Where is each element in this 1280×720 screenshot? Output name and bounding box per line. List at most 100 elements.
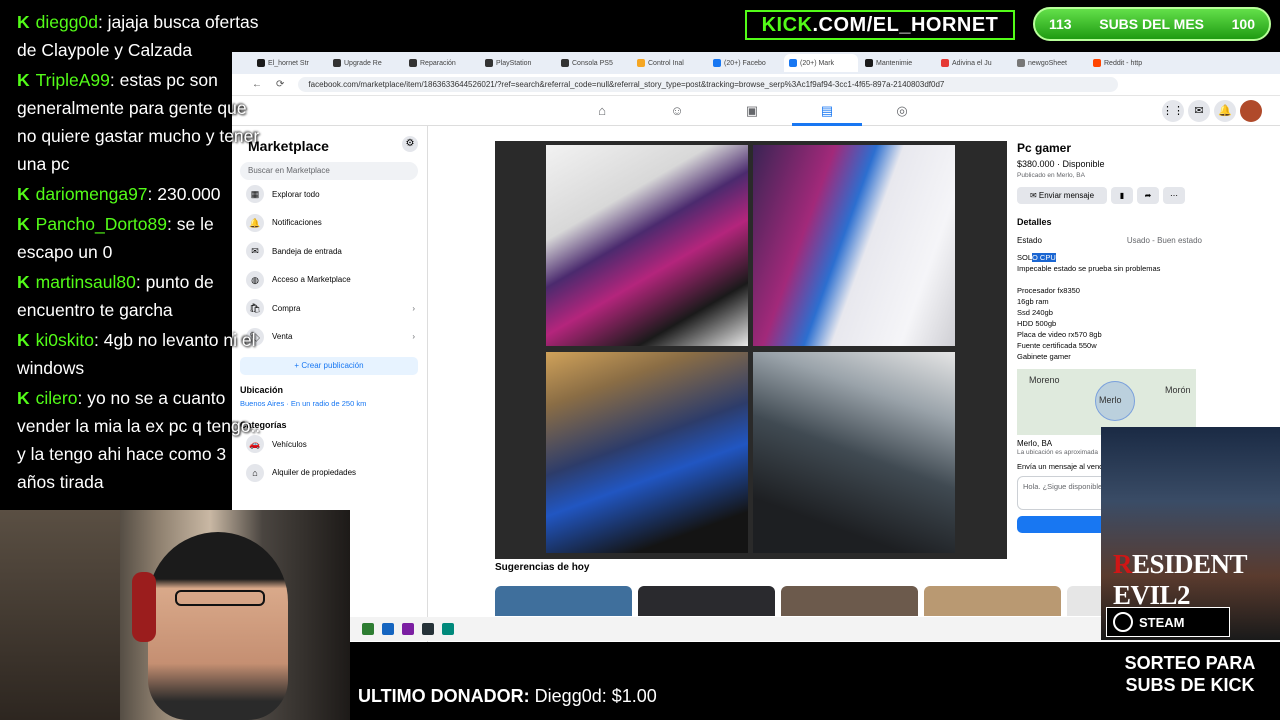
tab-label: Control Inal [648, 59, 684, 67]
groups-icon[interactable]: ◎ [894, 103, 910, 119]
description-line: Impecable estado se prueba sin problemas [1017, 264, 1161, 273]
browser-tab[interactable]: (20+) Facebo [708, 54, 782, 72]
browser-tab[interactable]: Upgrade Re [328, 54, 402, 72]
menu-grid-icon[interactable]: ⋮⋮ [1162, 100, 1184, 122]
subs-goal: 100 [1231, 16, 1255, 32]
tab-label: Mantenimie [876, 59, 913, 67]
listing-photo[interactable] [753, 352, 955, 553]
chat-panel: Kdiegg0d: jajaja busca ofertas de Claypo… [0, 0, 275, 510]
webcam-feed [0, 510, 350, 720]
donor-label: ULTIMO DONADOR: [358, 686, 530, 706]
chevron-right-icon: › [412, 303, 415, 313]
tab-label: Adivina el Ju [952, 59, 992, 67]
send-message-button[interactable]: ✉ Enviar mensaje [1017, 187, 1107, 204]
browser-tab[interactable]: Mantenimie [860, 54, 934, 72]
sidebar-item-label: Explorar todo [272, 189, 320, 199]
tab-strip: El_hornet Str Upgrade Re Reparación PlaySta… [232, 52, 1280, 74]
suggestion-card[interactable] [924, 586, 1061, 616]
giveaway-text: SORTEO PARA SUBS DE KICK [1124, 653, 1256, 695]
friends-icon[interactable]: ☺ [669, 103, 685, 119]
url-field[interactable]: facebook.com/marketplace/item/1863633644… [298, 77, 1119, 92]
marketplace-icon[interactable]: ▤ [819, 103, 835, 119]
app-icon[interactable] [382, 623, 394, 635]
address-bar: ← ⟳ facebook.com/marketplace/item/186363… [232, 74, 1280, 96]
spec-line: Placa de video rx570 8gb [1017, 330, 1102, 339]
tab-label: Reddit - http [1104, 59, 1143, 67]
tab-favicon-icon [865, 59, 873, 67]
kick-logo: KICK [761, 13, 813, 36]
spec-line: HDD 500gb [1017, 319, 1057, 328]
steam-app-icon[interactable] [422, 623, 434, 635]
location-map[interactable]: Moreno Merlo Morón [1017, 369, 1196, 435]
tab-label: (20+) Mark [800, 59, 835, 67]
resident-evil-ad: RESIDENT EVIL2 STEAM [1101, 427, 1280, 640]
kick-badge-icon: K [17, 214, 30, 234]
suggestion-card[interactable] [638, 586, 775, 616]
headset-image [132, 572, 156, 642]
app-icon[interactable] [402, 623, 414, 635]
app-icon[interactable] [362, 623, 374, 635]
browser-tab[interactable]: Consola PS5 [556, 54, 630, 72]
app-icon[interactable] [442, 623, 454, 635]
send-message-label: Enviar mensaje [1038, 191, 1095, 200]
browser-tab[interactable]: Adivina el Ju [936, 54, 1010, 72]
tab-label: PlayStation [496, 59, 532, 67]
browser-tab[interactable]: newgoSheet [1012, 54, 1086, 72]
tab-favicon-icon [409, 59, 417, 67]
kick-badge-icon: K [17, 388, 30, 408]
suggestion-card[interactable] [495, 586, 632, 616]
tab-favicon-icon [333, 59, 341, 67]
share-icon[interactable]: ➦ [1137, 187, 1159, 204]
browser-tab[interactable]: (20+) Mark [784, 54, 858, 72]
details-heading: Detalles [1017, 217, 1052, 227]
steam-icon [1113, 612, 1133, 632]
spec-line: 16gb ram [1017, 297, 1049, 306]
chat-username: martinsaul80 [35, 272, 136, 292]
browser-tab[interactable]: Control Inal [632, 54, 706, 72]
suggestion-card[interactable] [781, 586, 918, 616]
tab-label: newgoSheet [1028, 59, 1067, 67]
browser-tab[interactable]: Reddit - http [1088, 54, 1162, 72]
photo-gallery[interactable] [495, 141, 1007, 559]
spec-line: Ssd 240gb [1017, 308, 1053, 317]
video-icon[interactable]: ▣ [744, 103, 760, 119]
tab-favicon-icon [1093, 59, 1101, 67]
chat-message: K Pancho_Dorto89: se le escapo un 0 [17, 210, 265, 266]
chat-message: Kdariomenga97: 230.000 [17, 180, 265, 208]
chat-message: Kmartinsaul80: punto de encuentro te gar… [17, 268, 265, 324]
profile-avatar[interactable] [1240, 100, 1262, 122]
more-options-icon[interactable]: ⋯ [1163, 187, 1185, 204]
browser-tab[interactable]: Reparación [404, 54, 478, 72]
condition-value: Usado - Buen estado [1126, 236, 1202, 245]
tab-label: Reparación [420, 59, 456, 67]
chat-username: cilero [35, 388, 78, 408]
sidebar-item-label: Bandeja de entrada [272, 246, 342, 256]
listing-price: $380.000 · Disponible [1017, 159, 1105, 169]
notifications-icon[interactable]: 🔔 [1214, 100, 1236, 122]
facebook-nav: ⌂ ☺ ▣ ▤ ◎ ⋮⋮ ✉ 🔔 [232, 96, 1280, 126]
category-label: Alquiler de propiedades [272, 468, 357, 478]
tab-favicon-icon [485, 59, 493, 67]
category-label: Vehículos [272, 439, 307, 449]
listing-photo[interactable] [753, 145, 955, 346]
listing-photo[interactable] [546, 145, 748, 346]
sidebar-item-label: Compra [272, 303, 301, 313]
chat-username: ki0skito [35, 330, 94, 350]
spec-line: Gabinete gamer [1017, 352, 1071, 361]
spec-line: Procesador fx8350 [1017, 286, 1080, 295]
browser-tab[interactable]: PlayStation [480, 54, 554, 72]
suggestions-heading: Sugerencias de hoy [495, 562, 590, 573]
messenger-icon: ✉ [1029, 191, 1039, 200]
description-first-line: SOLO CPU [1017, 252, 1202, 263]
messenger-icon[interactable]: ✉ [1188, 100, 1210, 122]
save-bookmark-icon[interactable]: ▮ [1111, 187, 1133, 204]
donor-value: Diegg0d: $1.00 [534, 686, 657, 706]
kick-badge-icon: K [17, 184, 30, 204]
chat-text: : 230.000 [147, 184, 221, 204]
home-icon[interactable]: ⌂ [594, 103, 610, 119]
listing-photo[interactable] [546, 352, 748, 553]
reload-icon[interactable]: ⟳ [276, 79, 284, 90]
webcam-background-shelf [0, 510, 120, 720]
streamer-image [148, 532, 288, 720]
gear-icon[interactable]: ⚙ [402, 136, 418, 152]
